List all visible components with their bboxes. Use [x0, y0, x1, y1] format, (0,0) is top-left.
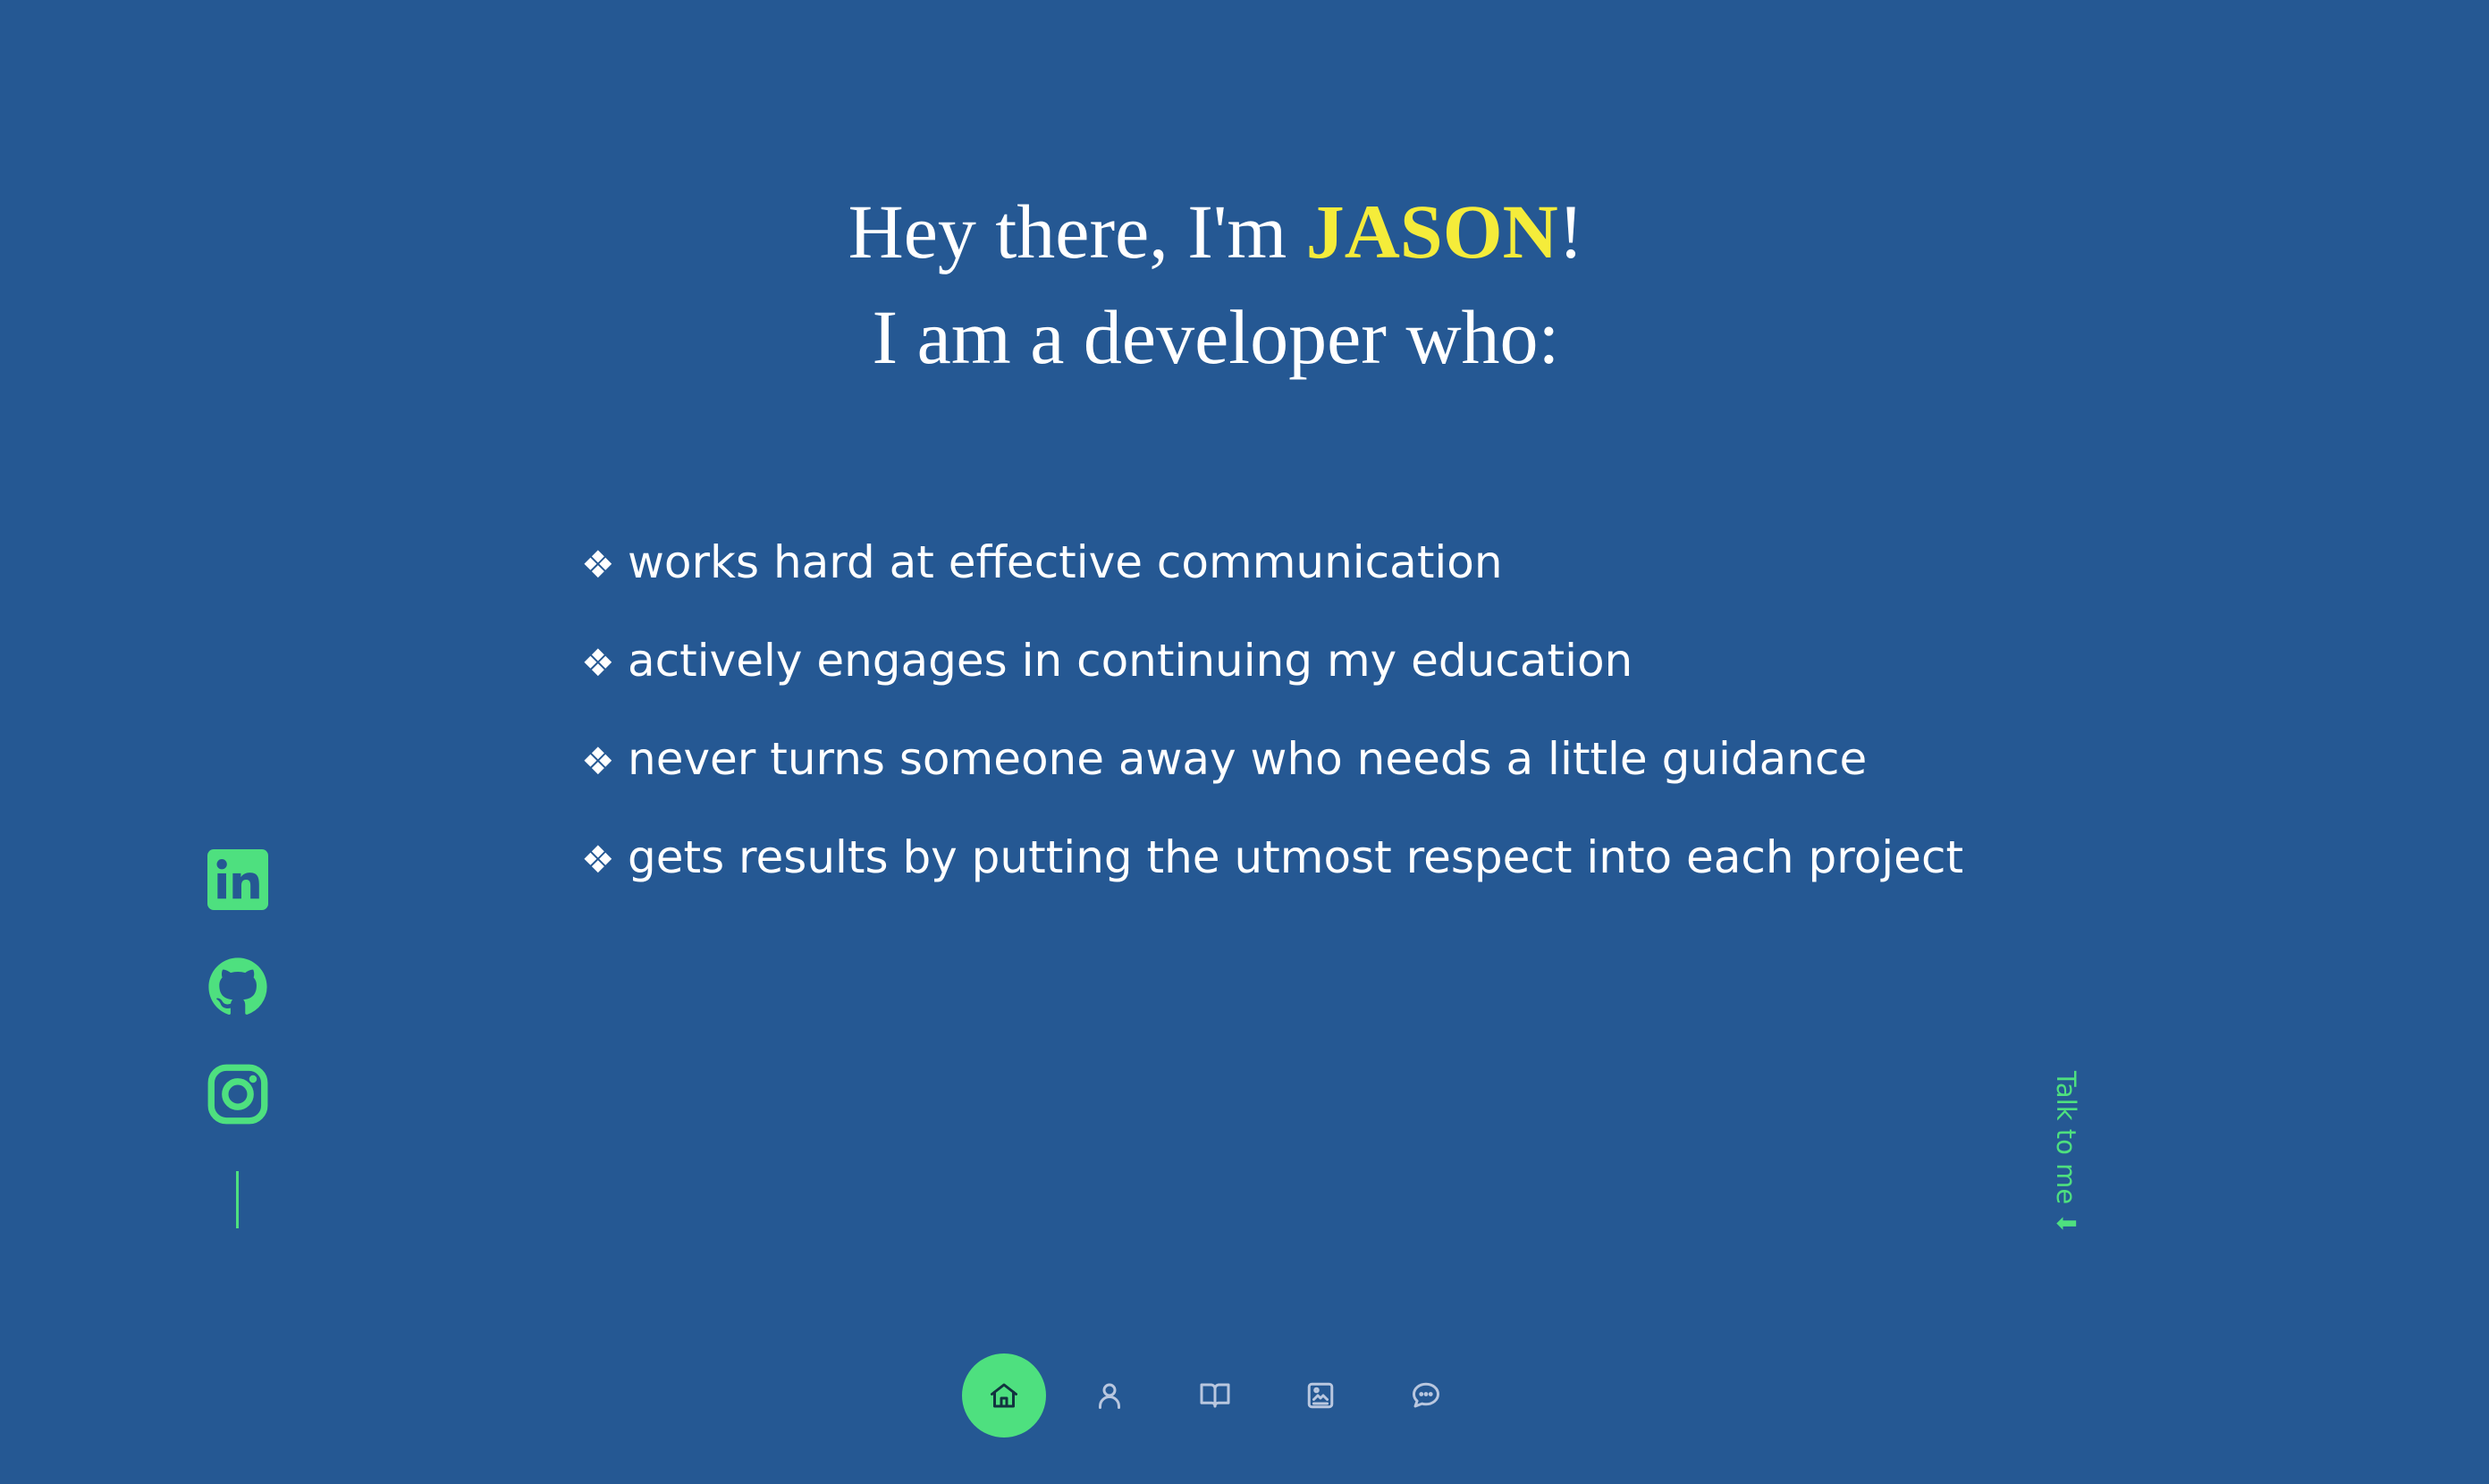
trait-text: actively engages in continuing my educat… — [628, 635, 1633, 687]
bottom-nav — [962, 1353, 1489, 1438]
greeting-prefix: Hey there, I'm — [848, 189, 1306, 274]
social-links — [207, 849, 268, 1171]
linkedin-link[interactable] — [207, 849, 268, 910]
nav-home[interactable] — [962, 1353, 1046, 1438]
talk-to-me-link[interactable]: Talk to me ⬇ — [2044, 1071, 2088, 1235]
portfolio-icon — [1307, 1382, 1334, 1409]
trait-item: ❖ works hard at effective communication — [581, 535, 1963, 590]
developer-name: JASON — [1305, 189, 1558, 274]
nav-about[interactable] — [1067, 1353, 1152, 1438]
hero-heading: Hey there, I'm JASON! I am a developer w… — [0, 179, 2432, 390]
github-link[interactable] — [207, 957, 268, 1017]
traits-list: ❖ works hard at effective communication ❖… — [581, 535, 1963, 928]
github-icon — [208, 957, 267, 1015]
linkedin-icon — [207, 849, 268, 910]
diamond-bullet-icon: ❖ — [581, 641, 615, 685]
book-icon — [1200, 1383, 1230, 1408]
trait-text: never turns someone away who needs a lit… — [628, 733, 1868, 785]
trait-text: gets results by putting the utmost respe… — [628, 831, 1964, 883]
trait-item: ❖ actively engages in continuing my educa… — [581, 633, 1963, 688]
user-icon — [1099, 1383, 1120, 1409]
trait-text: works hard at effective communication — [628, 536, 1503, 588]
trait-item: ❖ gets results by putting the utmost resp… — [581, 830, 1963, 885]
instagram-icon — [207, 1064, 268, 1125]
instagram-link[interactable] — [207, 1064, 268, 1125]
diamond-bullet-icon: ❖ — [581, 739, 615, 783]
nav-contact[interactable] — [1384, 1353, 1468, 1438]
trait-item: ❖ never turns someone away who needs a li… — [581, 731, 1963, 787]
hero-subtitle: I am a developer who: — [872, 294, 1560, 380]
diamond-bullet-icon: ❖ — [581, 543, 615, 586]
greeting-suffix: ! — [1557, 189, 1584, 274]
nav-education[interactable] — [1173, 1353, 1257, 1438]
nav-portfolio[interactable] — [1278, 1353, 1363, 1438]
chat-icon — [1413, 1382, 1439, 1408]
talk-to-me-label: Talk to me ⬇ — [2051, 1071, 2081, 1235]
home-icon — [991, 1383, 1017, 1408]
greeting-line: Hey there, I'm JASON! — [0, 179, 2432, 284]
diamond-bullet-icon: ❖ — [581, 838, 615, 881]
social-divider-line — [236, 1171, 239, 1228]
